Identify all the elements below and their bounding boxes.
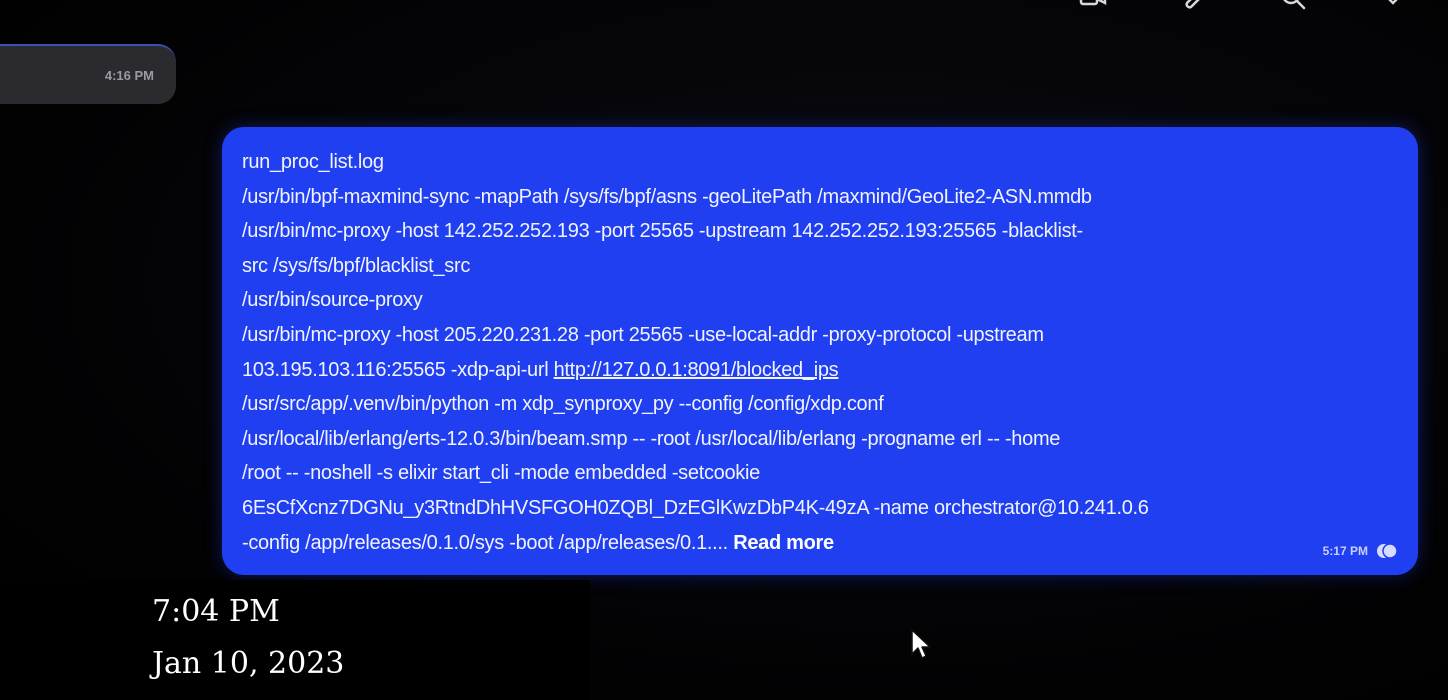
message-line-prefix: 103.195.103.116:25565 -xdp-api-url [242,358,554,381]
mouse-cursor-icon [910,628,932,662]
read-receipt-icon [1376,543,1398,559]
message-line: /usr/bin/mc-proxy -host 205.220.231.28 -… [242,323,1044,346]
timestamp-overlay: 7:04 PM Jan 10, 2023 [0,580,590,700]
attachment-icon[interactable] [1178,0,1208,12]
message-line-prefix: -config /app/releases/0.1.0/sys -boot /a… [242,531,734,554]
message-line: -config /app/releases/0.1.0/sys -boot /a… [242,526,1398,561]
message-line: /usr/bin/mc-proxy -host 142.252.252.193 … [242,220,1083,243]
more-icon[interactable] [1378,0,1408,12]
previous-message-bubble[interactable]: 4:16 PM [0,44,176,104]
search-icon[interactable] [1278,0,1308,12]
previous-message-time: 4:16 PM [104,68,154,83]
message-line: 103.195.103.116:25565 -xdp-api-url http:… [242,353,1398,388]
message-bubble[interactable]: run_proc_list.log /usr/bin/bpf-maxmind-s… [222,127,1418,575]
overlay-time: 7:04 PM [152,594,280,629]
message-line: run_proc_list.log [242,151,384,173]
video-call-icon[interactable] [1078,0,1108,12]
message-line: /usr/bin/source-proxy [242,289,423,312]
message-line: /usr/src/app/.venv/bin/python -m xdp_syn… [242,393,884,416]
message-text: run_proc_list.log /usr/bin/bpf-maxmind-s… [242,145,1398,560]
header-toolbar [1078,0,1408,12]
message-time: 5:17 PM [1322,544,1368,558]
message-meta: 5:17 PM [1323,543,1398,559]
message-link[interactable]: http://127.0.0.1:8091/blocked_ips [554,359,839,381]
chat-screen: 4:16 PM run_proc_list.log /usr/bin/bpf-m… [0,0,1448,700]
message-line: /usr/bin/bpf-maxmind-sync -mapPath /sys/… [242,185,1092,208]
read-more-link[interactable]: Read more [733,532,834,554]
message-line: /usr/local/lib/erlang/erts-12.0.3/bin/be… [242,427,1061,450]
message-line: src /sys/fs/bpf/blacklist_src [242,254,471,277]
message-line: /root -- -noshell -s elixir start_cli -m… [242,462,760,485]
message-line: 6EsCfXcnz7DGNu_y3RtndDhHVSFGOH0ZQBl_DzEG… [242,496,1149,519]
overlay-date: Jan 10, 2023 [152,646,345,681]
